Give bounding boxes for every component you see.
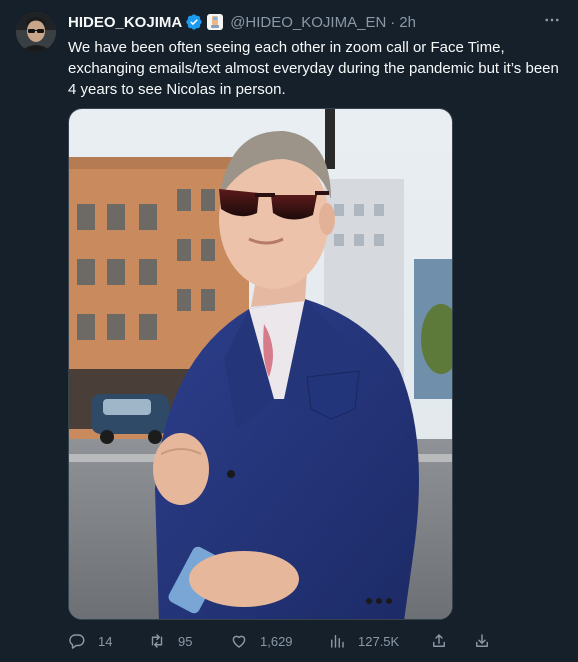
retweet-button[interactable]: 95 [148,630,192,652]
action-bar: 14 95 1,629 127.5K [68,630,498,652]
reply-count: 14 [98,633,113,649]
download-button[interactable] [473,630,491,652]
tweet-header: HIDEO_KOJIMA @HIDEO_KOJIMA_EN · 2h [68,12,416,32]
retweet-icon [151,634,163,648]
tweet-timestamp[interactable]: 2h [399,14,416,31]
like-icon [232,635,246,648]
like-button[interactable]: 1,629 [230,630,293,652]
share-button[interactable] [430,630,448,652]
tweet[interactable]: HIDEO_KOJIMA @HIDEO_KOJIMA_EN · 2h We ha… [0,0,578,662]
avatar[interactable] [16,12,56,52]
separator-dot: · [390,13,396,31]
affiliate-badge-icon[interactable] [207,14,224,30]
more-icon[interactable] [540,10,564,30]
like-count: 1,629 [260,633,293,649]
views-button[interactable]: 127.5K [328,630,399,652]
author-name[interactable]: HIDEO_KOJIMA [68,14,182,31]
views-count: 127.5K [358,633,400,649]
reply-icon [69,634,85,649]
avatar-image [16,12,56,52]
retweet-count: 95 [178,633,193,649]
tweet-text: We have been often seeing each other in … [68,39,559,98]
views-icon [331,635,344,648]
tweet-photo[interactable] [68,108,453,620]
reply-button[interactable]: 14 [68,630,112,652]
verified-badge-icon [185,13,203,31]
author-handle[interactable]: @HIDEO_KOJIMA_EN [230,14,386,31]
download-icon [476,634,488,647]
photo-image [69,109,452,619]
share-icon [433,634,445,647]
